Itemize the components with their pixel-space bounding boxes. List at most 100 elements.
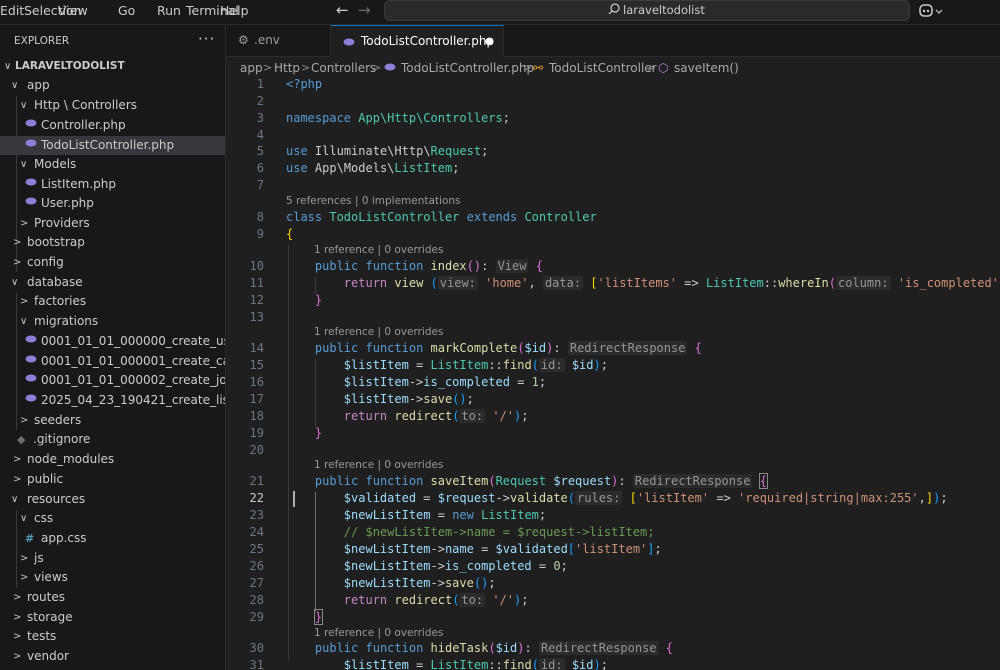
breadcrumb-item[interactable]: TodoListController.php [401, 57, 534, 79]
tree-folder-migrations[interactable]: ∨ migrations [0, 312, 225, 331]
code-token: $id [571, 358, 594, 372]
tree-file-migration-3[interactable]: 0001_01_01_000002_create_jobs_t... [0, 371, 225, 390]
tree-file-controller-php[interactable]: Controller.php [0, 116, 225, 135]
tree-folder-providers[interactable]: > Providers [0, 214, 225, 233]
code-editor[interactable]: 1 2 3 4 5 6 7 8 9 10 11 12 13 14 15 16 1… [226, 79, 1000, 670]
copilot-icon[interactable] [918, 2, 944, 20]
chevron-right-icon: > [13, 454, 22, 465]
code-token: 'required|string|max:255' [738, 491, 919, 505]
code-token: $listItem [343, 658, 409, 670]
chevron-right-icon: > [20, 572, 29, 583]
tree-folder-bootstrap[interactable]: > bootstrap [0, 233, 225, 252]
code-token: public [314, 474, 359, 488]
breadcrumb-item[interactable]: app [240, 57, 263, 79]
code-token: ; [452, 161, 460, 175]
line-number: 14 [249, 341, 264, 355]
unsaved-dot-icon[interactable]: ● [485, 26, 494, 57]
breadcrumb-item[interactable]: TodoListController [549, 57, 657, 79]
line-number: 27 [249, 576, 264, 590]
inlay-hint: RedirectResponse [632, 474, 753, 488]
tree-folder-storage[interactable]: > storage [0, 608, 225, 627]
forward-arrow-icon[interactable]: → [358, 1, 371, 19]
tree-label: public [27, 472, 64, 486]
code-token: save [444, 576, 474, 590]
tree-file-migration-2[interactable]: 0001_01_01_000001_create_cache... [0, 352, 225, 371]
menu-help[interactable]: Help [220, 3, 249, 18]
tab-env[interactable]: ⚙ .env [226, 25, 331, 56]
tree-folder-vendor[interactable]: > vendor [0, 647, 225, 666]
breadcrumb-item[interactable]: saveItem() [674, 57, 739, 79]
tree-label: Controller.php [41, 118, 126, 132]
tree-file-migration-4[interactable]: 2025_04_23_190421_create_list_it... [0, 391, 225, 410]
codelens-saveitem[interactable]: 1 reference | 0 overrides [314, 459, 443, 471]
codelens-hidetask[interactable]: 1 reference | 0 overrides [314, 627, 443, 639]
menu-go[interactable]: Go [118, 3, 135, 18]
code-line: class TodoListController extends Control… [286, 210, 597, 224]
code-token: ListItem [430, 358, 489, 372]
chevron-right-icon: > [263, 61, 273, 74]
chevron-right-icon: > [13, 592, 22, 603]
menu-view[interactable]: View [58, 3, 88, 18]
php-file-icon [25, 194, 37, 213]
command-center-search[interactable]: laraveltodolist [384, 0, 910, 21]
line-number: 23 [249, 508, 264, 522]
back-arrow-icon[interactable]: ← [336, 1, 349, 19]
tree-folder-seeders[interactable]: > seeders [0, 411, 225, 430]
menu-edit[interactable]: Edit [0, 3, 24, 18]
tree-file-app-css[interactable]: # app.css [0, 529, 225, 548]
line-number: 8 [256, 210, 264, 224]
codelens-markcomplete[interactable]: 1 reference | 0 overrides [314, 326, 443, 338]
tree-root[interactable]: ∨ LARAVELTODOLIST [0, 57, 225, 76]
tree-folder-app[interactable]: ∨ app [0, 76, 225, 95]
code-line: $newListItem->is_completed = 0; [343, 559, 568, 573]
code-token: $listItem [343, 392, 409, 406]
code-token: validate [509, 491, 568, 505]
tree-file-migration-1[interactable]: 0001_01_01_000000_create_users_... [0, 332, 225, 351]
tree-folder-node-modules[interactable]: > node_modules [0, 450, 225, 469]
inlay-hint: column: [836, 276, 891, 290]
tree-folder-resources[interactable]: ∨ resources [0, 490, 225, 509]
more-actions-icon[interactable]: ··· [198, 30, 215, 48]
tree-folder-css[interactable]: ∨ css [0, 509, 225, 528]
codelens-class[interactable]: 5 references | 0 implementations [286, 195, 461, 207]
code-line-active: $validated = $request->validate(rules: [… [343, 491, 948, 505]
tree-file-todolistcontroller-php[interactable]: TodoListController.php [0, 136, 225, 155]
tab-label: .env [254, 33, 280, 47]
tree-folder-js[interactable]: > js [0, 549, 225, 568]
breadcrumb-item[interactable]: Http [274, 57, 300, 79]
code-token: use [286, 161, 308, 175]
code-token: '/' [492, 593, 515, 607]
tree-folder-public[interactable]: > public [0, 470, 225, 489]
inlay-hint: to: [459, 409, 486, 423]
tree-folder-tests[interactable]: > tests [0, 627, 225, 646]
gitignore-file-icon: ◆ [17, 433, 26, 446]
chevron-down-icon: ∨ [11, 80, 19, 91]
code-token: $request [437, 491, 496, 505]
code-line: use App\Models\ListItem; [286, 161, 459, 175]
code-line: public function index(): View { [314, 259, 543, 273]
tree-folder-database[interactable]: ∨ database [0, 273, 225, 292]
code-token: Illuminate\Http\ [314, 144, 431, 158]
codelens-index[interactable]: 1 reference | 0 overrides [314, 244, 443, 256]
code-token: 'listItem' [636, 491, 710, 505]
code-line: return redirect(to: '/'); [343, 409, 529, 423]
tree-folder-config[interactable]: > config [0, 253, 225, 272]
line-number: 17 [249, 392, 264, 406]
tree-folder-http-controllers[interactable]: ∨ Http \ Controllers [0, 96, 225, 115]
code-token: $id [524, 341, 547, 355]
code-line: // $newListItem->name = $request->listIt… [286, 525, 655, 539]
tree-label: seeders [34, 413, 82, 427]
breadcrumb-item[interactable]: Controllers [311, 57, 376, 79]
tree-file-user-php[interactable]: User.php [0, 194, 225, 213]
inlay-hint: view: [437, 276, 478, 290]
chevron-down-icon: ∨ [11, 494, 19, 505]
menu-run[interactable]: Run [157, 3, 181, 18]
tree-folder-routes[interactable]: > routes [0, 588, 225, 607]
tree-file-listitem-php[interactable]: ListItem.php [0, 175, 225, 194]
tree-file-gitignore[interactable]: ◆ .gitignore [0, 430, 225, 449]
tab-todolistcontroller[interactable]: TodoListController.php ● [331, 25, 504, 57]
tree-folder-factories[interactable]: > factories [0, 292, 225, 311]
tree-folder-views[interactable]: > views [0, 568, 225, 587]
code-line: } [314, 426, 323, 440]
tree-folder-models[interactable]: ∨ Models [0, 155, 225, 174]
